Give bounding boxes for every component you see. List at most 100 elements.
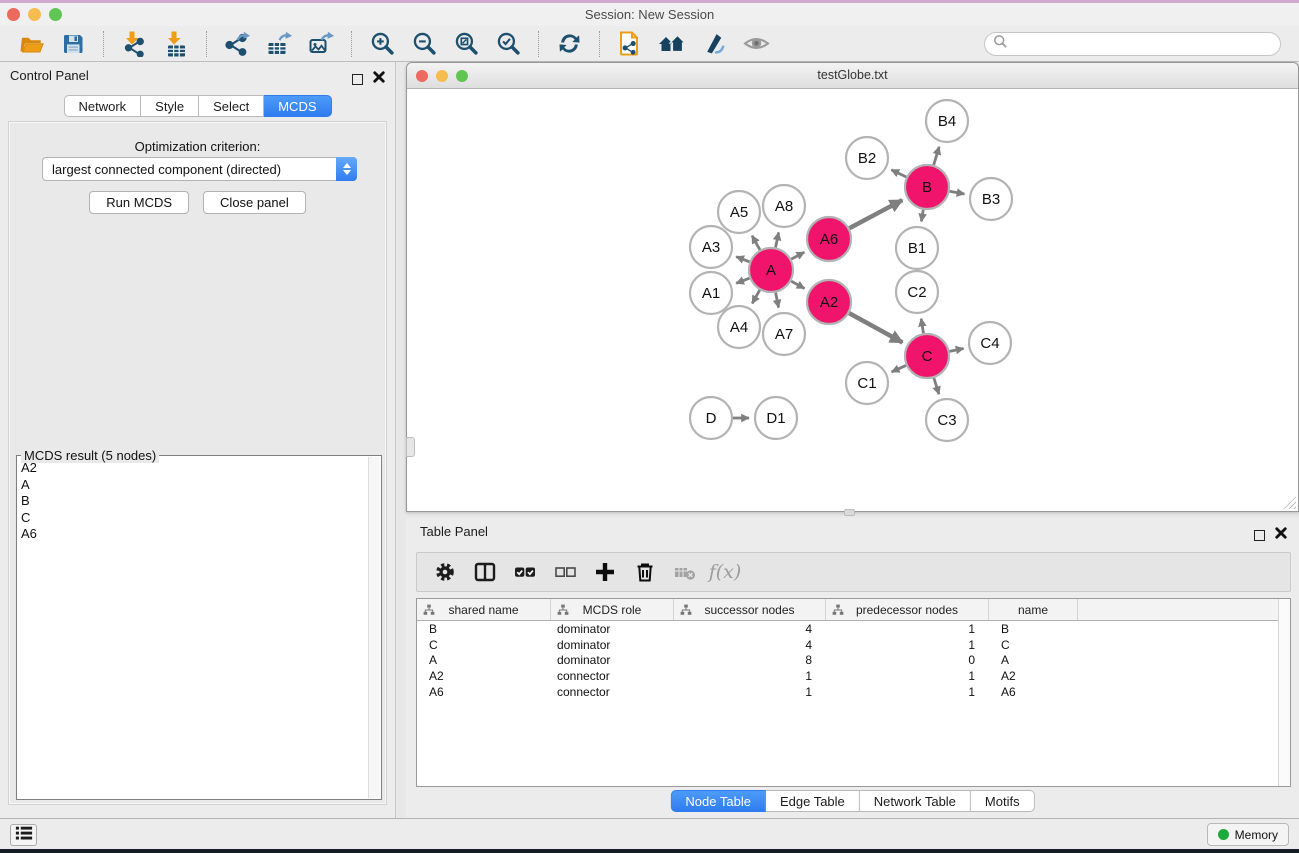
splitter-handle-left[interactable] (406, 437, 415, 457)
edge-B-B2[interactable] (891, 170, 906, 177)
edge-A-A6[interactable] (791, 252, 804, 259)
edge-A-A4[interactable] (752, 290, 760, 303)
tab-network-table[interactable]: Network Table (860, 790, 971, 812)
table-row[interactable]: Adominator80A (417, 652, 1290, 668)
column-header-predecessor-nodes[interactable]: predecessor nodes (826, 599, 989, 620)
export-image-icon[interactable] (304, 29, 338, 59)
table-cell[interactable]: A2 (417, 669, 551, 683)
mcds-result-item[interactable]: A2 (21, 460, 367, 477)
import-table-icon[interactable] (159, 29, 193, 59)
show-details-icon[interactable] (739, 29, 773, 59)
close-panel-icon[interactable] (373, 70, 385, 88)
save-session-icon[interactable] (56, 29, 90, 59)
memory-button[interactable]: Memory (1207, 823, 1289, 846)
zoom-selected-icon[interactable] (491, 29, 525, 59)
table-cell[interactable]: dominator (551, 622, 674, 636)
zoom-out-icon[interactable] (407, 29, 441, 59)
export-table-icon[interactable] (262, 29, 296, 59)
zoom-in-icon[interactable] (365, 29, 399, 59)
delete-row-icon[interactable] (627, 556, 663, 588)
table-cell[interactable]: C (417, 638, 551, 652)
mcds-result-item[interactable]: A6 (21, 526, 367, 543)
table-cell[interactable]: 1 (826, 622, 989, 636)
table-cell[interactable]: 0 (826, 653, 989, 667)
deselect-all-icon[interactable] (547, 556, 583, 588)
table-cell[interactable]: A6 (989, 685, 1078, 699)
network-canvas[interactable]: AA1A2A3A4A5A6A7A8BB1B2B3B4CC1C2C3C4DD1 (407, 89, 1298, 511)
float-table-panel-icon[interactable] (1254, 530, 1265, 541)
window-resize-grip[interactable] (1283, 496, 1296, 509)
select-all-icon[interactable] (507, 556, 543, 588)
table-cell[interactable]: connector (551, 685, 674, 699)
edge-A-A5[interactable] (752, 236, 760, 250)
table-cell[interactable]: A (417, 653, 551, 667)
table-cell[interactable]: 8 (674, 653, 826, 667)
table-cell[interactable]: B (989, 622, 1078, 636)
edge-A-A1[interactable] (736, 278, 749, 283)
mcds-result-item[interactable]: A (21, 477, 367, 494)
zoom-fit-icon[interactable] (449, 29, 483, 59)
mcds-result-item[interactable]: B (21, 493, 367, 510)
export-network-icon[interactable] (220, 29, 254, 59)
table-cell[interactable]: A (989, 653, 1078, 667)
mcds-result-scrollbar[interactable] (368, 457, 380, 798)
task-history-button[interactable] (10, 824, 37, 846)
table-cell[interactable]: 1 (826, 669, 989, 683)
tab-network[interactable]: Network (63, 95, 141, 117)
column-header-shared-name[interactable]: shared name (417, 599, 551, 620)
apply-layout-icon[interactable] (655, 29, 689, 59)
table-cell[interactable]: A6 (417, 685, 551, 699)
edge-B-B3[interactable] (950, 191, 965, 194)
tab-edge-table[interactable]: Edge Table (766, 790, 860, 812)
import-network-icon[interactable] (117, 29, 151, 59)
add-column-icon[interactable] (587, 556, 623, 588)
table-cell[interactable]: 1 (826, 638, 989, 652)
edge-A-A3[interactable] (736, 257, 749, 262)
edge-C-C3[interactable] (934, 378, 939, 394)
settings-icon[interactable] (427, 556, 463, 588)
tab-motifs[interactable]: Motifs (971, 790, 1035, 812)
search-input[interactable] (1013, 37, 1272, 51)
edge-A6-B[interactable] (849, 200, 902, 228)
table-cell[interactable]: dominator (551, 653, 674, 667)
table-row[interactable]: Bdominator41B (417, 621, 1290, 637)
table-row[interactable]: A6connector11A6 (417, 684, 1290, 700)
table-cell[interactable]: 4 (674, 622, 826, 636)
table-cell[interactable]: dominator (551, 638, 674, 652)
table-cell[interactable]: A2 (989, 669, 1078, 683)
table-cell[interactable]: 1 (826, 685, 989, 699)
column-header-successor-nodes[interactable]: successor nodes (674, 599, 826, 620)
table-cell[interactable]: connector (551, 669, 674, 683)
table-cell[interactable]: 1 (674, 669, 826, 683)
edge-B-B4[interactable] (934, 147, 939, 165)
float-panel-icon[interactable] (352, 74, 363, 85)
network-window-titlebar[interactable]: testGlobe.txt (407, 63, 1298, 89)
annotation-mode-icon[interactable] (697, 29, 731, 59)
tab-select[interactable]: Select (199, 95, 264, 117)
mcds-result-item[interactable]: C (21, 510, 367, 527)
edge-C-C1[interactable] (892, 365, 906, 371)
table-cell[interactable]: 1 (674, 685, 826, 699)
edge-C-C2[interactable] (921, 319, 923, 334)
column-header-mcds-role[interactable]: MCDS role (551, 599, 674, 620)
run-mcds-button[interactable]: Run MCDS (89, 191, 189, 214)
edge-A2-C[interactable] (849, 313, 902, 342)
edge-A-A7[interactable] (776, 293, 779, 308)
refresh-view-icon[interactable] (552, 29, 586, 59)
table-cell[interactable]: C (989, 638, 1078, 652)
splitter-handle-bottom[interactable] (844, 509, 855, 516)
tab-style[interactable]: Style (141, 95, 199, 117)
network-from-file-icon[interactable] (613, 29, 647, 59)
edge-A-A8[interactable] (776, 232, 779, 247)
edge-B-B1[interactable] (921, 210, 923, 222)
split-columns-icon[interactable] (467, 556, 503, 588)
column-header-name[interactable]: name (989, 599, 1078, 620)
optimization-criterion-select[interactable]: largest connected component (directed) (42, 157, 357, 181)
edge-C-C4[interactable] (950, 348, 964, 351)
edge-A-A2[interactable] (791, 281, 804, 288)
table-row[interactable]: Cdominator41C (417, 637, 1290, 653)
table-row[interactable]: A2connector11A2 (417, 668, 1290, 684)
table-scrollbar[interactable] (1278, 599, 1290, 786)
close-panel-button[interactable]: Close panel (203, 191, 306, 214)
open-file-icon[interactable] (14, 29, 48, 59)
